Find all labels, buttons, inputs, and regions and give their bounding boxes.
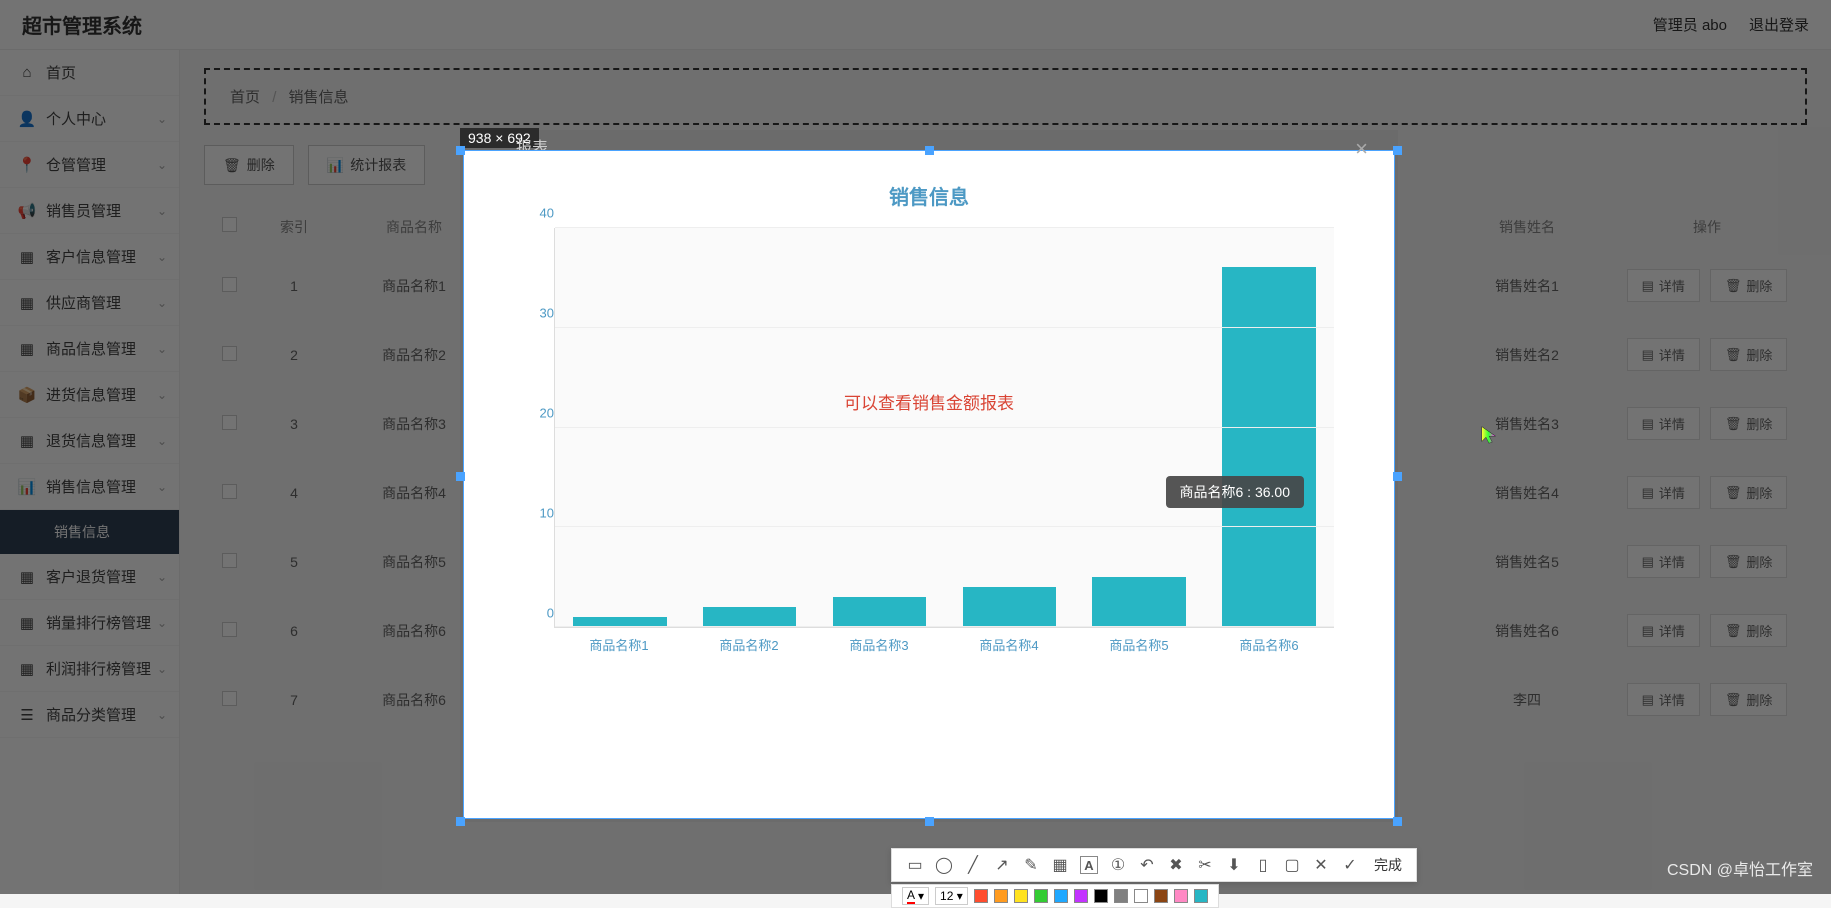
chart-bar[interactable]: [703, 607, 796, 627]
chart-modal: 938 × 692 报表 × 销售信息 可以查看销售金额报表 010203040…: [460, 130, 1398, 822]
scissors-tool-icon[interactable]: ✂: [1196, 856, 1214, 874]
color-swatch[interactable]: [1054, 889, 1068, 903]
color-swatch[interactable]: [1114, 889, 1128, 903]
resize-handle[interactable]: [456, 146, 465, 155]
resize-handle[interactable]: [1393, 472, 1402, 481]
chart-bar[interactable]: [1222, 267, 1315, 627]
chart-bar[interactable]: [963, 587, 1056, 627]
y-tick-label: 10: [524, 506, 554, 521]
color-swatch[interactable]: [1094, 889, 1108, 903]
screenshot-subtoolbar: A ▾ 12 ▾: [891, 884, 1219, 908]
chart-annotation: 可以查看销售金额报表: [464, 389, 1394, 414]
chart-plot: 010203040 商品名称1商品名称2商品名称3商品名称4商品名称5商品名称6…: [554, 228, 1334, 676]
y-tick-label: 40: [524, 206, 554, 221]
color-swatch[interactable]: [1034, 889, 1048, 903]
rect-tool-icon[interactable]: ▭: [906, 856, 924, 874]
mosaic-tool-icon[interactable]: ▦: [1051, 856, 1069, 874]
close-icon[interactable]: ×: [1355, 136, 1368, 162]
resize-handle[interactable]: [925, 146, 934, 155]
chart-tooltip: 商品名称6 : 36.00: [1166, 476, 1305, 508]
chart-bar[interactable]: [1092, 577, 1185, 627]
x-tick-label: 商品名称4: [944, 635, 1074, 654]
check-tool-icon[interactable]: ✓: [1341, 856, 1359, 874]
chart-title: 销售信息: [504, 181, 1354, 210]
resize-handle[interactable]: [456, 472, 465, 481]
pin-tool-icon[interactable]: ✖: [1167, 856, 1185, 874]
resize-handle[interactable]: [925, 817, 934, 826]
color-swatch[interactable]: [1174, 889, 1188, 903]
resize-handle[interactable]: [1393, 817, 1402, 826]
x-tick-label: 商品名称3: [814, 635, 944, 654]
color-swatch[interactable]: [1194, 889, 1208, 903]
resize-handle[interactable]: [1393, 146, 1402, 155]
x-tick-label: 商品名称1: [554, 635, 684, 654]
color-swatch[interactable]: [1134, 889, 1148, 903]
resize-handle[interactable]: [456, 817, 465, 826]
watermark: CSDN @卓怡工作室: [1667, 856, 1813, 880]
color-swatch[interactable]: [974, 889, 988, 903]
color-swatch[interactable]: [1074, 889, 1088, 903]
counter-tool-icon[interactable]: ①: [1109, 856, 1127, 874]
color-swatch[interactable]: [1154, 889, 1168, 903]
font-size-dropdown[interactable]: 12 ▾: [935, 887, 968, 905]
y-tick-label: 0: [524, 606, 554, 621]
color-swatch[interactable]: [1014, 889, 1028, 903]
chart-area: 销售信息 可以查看销售金额报表 010203040 商品名称1商品名称2商品名称…: [464, 151, 1394, 676]
line-tool-icon[interactable]: ╱: [964, 856, 982, 874]
done-button[interactable]: 完成: [1374, 855, 1402, 875]
oval-tool-icon[interactable]: ◯: [935, 856, 953, 874]
close-tool-icon[interactable]: ✕: [1312, 856, 1330, 874]
y-tick-label: 30: [524, 306, 554, 321]
x-tick-label: 商品名称6: [1204, 635, 1334, 654]
download-tool-icon[interactable]: ⬇: [1225, 856, 1243, 874]
chart-bar[interactable]: [833, 597, 926, 627]
color-swatch[interactable]: [994, 889, 1008, 903]
x-tick-label: 商品名称2: [684, 635, 814, 654]
font-color-dropdown[interactable]: A ▾: [902, 887, 929, 905]
cursor-pointer-icon: [1480, 425, 1500, 445]
phone-tool-icon[interactable]: ▯: [1254, 856, 1272, 874]
brush-tool-icon[interactable]: ✎: [1022, 856, 1040, 874]
x-tick-label: 商品名称5: [1074, 635, 1204, 654]
clipboard-tool-icon[interactable]: ▢: [1283, 856, 1301, 874]
screenshot-toolbar: ▭ ◯ ╱ ↗ ✎ ▦ A① ↶ ✖ ✂ ⬇ ▯ ▢ ✕ ✓ 完成: [891, 848, 1417, 882]
text-tool-icon[interactable]: A: [1080, 856, 1098, 874]
arrow-tool-icon[interactable]: ↗: [993, 856, 1011, 874]
undo-tool-icon[interactable]: ↶: [1138, 856, 1156, 874]
